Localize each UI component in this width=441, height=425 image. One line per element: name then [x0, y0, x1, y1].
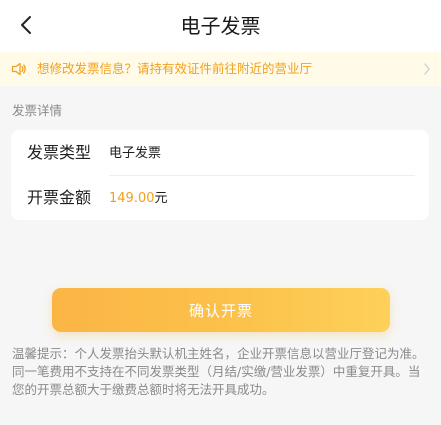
- section-label: 发票详情: [12, 103, 63, 118]
- invoice-amount-label: 开票金额: [27, 188, 92, 207]
- top-bar: 电子发票: [0, 0, 441, 52]
- invoice-details-card: 发票类型 电子发票 开票金额 149.00元: [11, 130, 429, 220]
- tip-text: 温馨提示：个人发票抬头默认机主姓名，企业开票信息以营业厅登记为准。同一笔费用不支…: [12, 346, 425, 397]
- invoice-type-row: 发票类型 电子发票: [11, 130, 429, 175]
- invoice-type-label: 发票类型: [27, 143, 92, 162]
- notice-text: 想修改发票信息？请持有效证件前往附近的营业厅: [37, 61, 313, 76]
- chevron-right-icon: [424, 63, 430, 75]
- amount-unit: 元: [154, 191, 168, 206]
- page-title: 电子发票: [180, 14, 261, 38]
- confirm-invoice-button[interactable]: 确认开票: [52, 288, 390, 332]
- notice-bar[interactable]: 想修改发票信息？请持有效证件前往附近的营业厅: [0, 52, 441, 86]
- invoice-amount-row: 开票金额 149.00元: [11, 175, 429, 220]
- invoice-amount-value: 149.00元: [109, 190, 168, 207]
- invoice-type-value: 电子发票: [109, 146, 162, 161]
- speaker-icon: [11, 62, 26, 76]
- confirm-invoice-label: 确认开票: [188, 301, 253, 320]
- amount-number: 149.00: [109, 191, 155, 206]
